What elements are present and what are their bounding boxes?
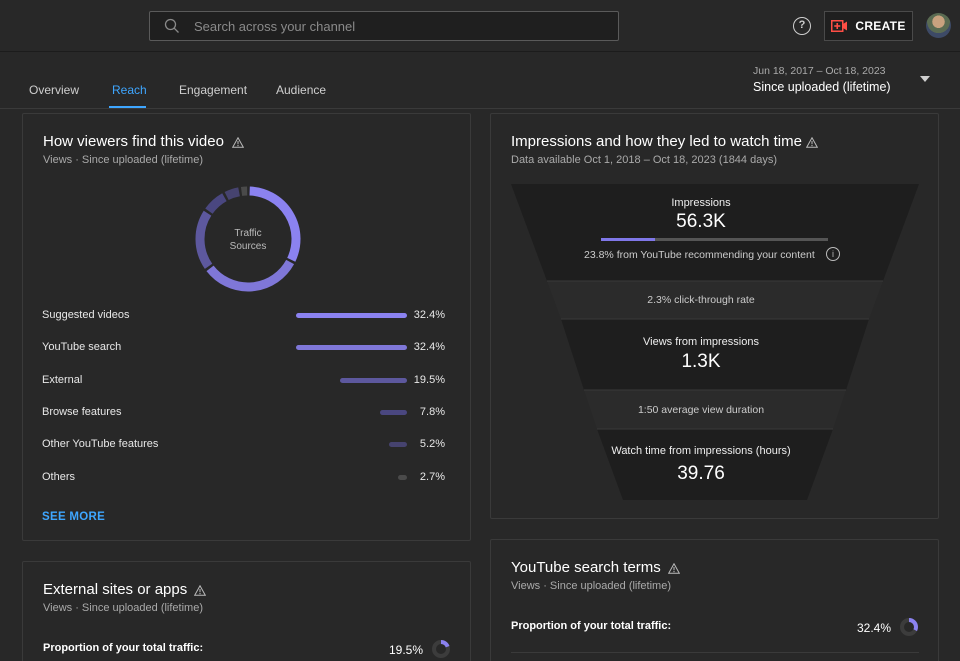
views-value: 1.3K <box>681 351 721 372</box>
external-sites-card: External sites or apps Views · Since upl… <box>22 561 471 661</box>
card-subtitle: Views · Since uploaded (lifetime) <box>43 602 203 614</box>
recommend-progress-fill <box>601 238 656 241</box>
divider <box>511 652 919 653</box>
tab-overview[interactable]: Overview <box>29 83 79 97</box>
traffic-source-label: Browse features <box>42 405 122 418</box>
impressions-value: 56.3K <box>676 211 726 232</box>
watch-time-value: 39.76 <box>677 463 725 484</box>
create-button[interactable]: CREATE <box>824 11 913 41</box>
date-range-label[interactable]: Since uploaded (lifetime) <box>753 80 891 94</box>
traffic-source-value: 7.8% <box>419 405 445 418</box>
donut-segment[interactable] <box>205 193 227 214</box>
traffic-source-label: Others <box>42 470 76 483</box>
proportion-label: Proportion of your total traffic: <box>511 620 672 632</box>
chevron-down-icon[interactable] <box>920 76 930 82</box>
traffic-source-bar <box>340 377 407 383</box>
create-label: CREATE <box>855 19 906 33</box>
create-video-icon <box>831 20 848 32</box>
ctr-text: 2.3% click-through rate <box>647 294 755 306</box>
donut-center-label: Traffic Sources <box>191 227 305 253</box>
card-subtitle: Data available Oct 1, 2018 – Oct 18, 202… <box>511 154 777 166</box>
active-tab-indicator <box>109 106 146 108</box>
help-icon[interactable]: ? <box>793 17 811 35</box>
avatar[interactable] <box>926 13 951 38</box>
traffic-source-bar <box>389 442 407 448</box>
top-bar: ? CREATE <box>0 0 960 52</box>
recommend-progress-track <box>601 238 828 241</box>
card-title: YouTube search terms <box>511 559 661 576</box>
traffic-source-bar <box>397 474 407 480</box>
tab-engagement[interactable]: Engagement <box>179 83 247 97</box>
card-subtitle: Views · Since uploaded (lifetime) <box>511 580 671 592</box>
tab-bar: Overview Reach Engagement Audience Jun 1… <box>0 53 960 109</box>
warning-icon[interactable] <box>194 585 206 596</box>
traffic-source-value: 5.2% <box>419 438 445 451</box>
proportion-mini-donut <box>432 640 450 658</box>
watch-time-label: Watch time from impressions (hours) <box>611 445 791 457</box>
warning-icon[interactable] <box>668 563 680 574</box>
donut-label-line2: Sources <box>229 241 267 252</box>
warning-icon[interactable] <box>232 137 244 148</box>
search-box[interactable] <box>149 11 619 41</box>
info-icon[interactable]: i <box>826 247 840 261</box>
traffic-source-bar <box>296 345 407 351</box>
traffic-source-label: Other YouTube features <box>42 438 159 451</box>
traffic-source-label: External <box>42 373 83 386</box>
search-input[interactable] <box>194 18 594 34</box>
donut-segment[interactable] <box>206 259 295 292</box>
date-range-text[interactable]: Jun 18, 2017 – Oct 18, 2023 <box>753 65 886 77</box>
search-terms-card: YouTube search terms Views · Since uploa… <box>490 539 939 661</box>
proportion-label: Proportion of your total traffic: <box>43 642 204 654</box>
proportion-value: 19.5% <box>389 643 424 657</box>
card-title: Impressions and how they led to watch ti… <box>511 133 802 150</box>
impressions-funnel-card: Impressions and how they led to watch ti… <box>490 113 939 519</box>
card-title: External sites or apps <box>43 581 188 598</box>
card-subtitle: Views · Since uploaded (lifetime) <box>43 154 203 166</box>
traffic-source-label: YouTube search <box>42 341 122 354</box>
card-title: How viewers find this video <box>43 133 224 150</box>
traffic-source-value: 2.7% <box>419 470 445 483</box>
tab-reach[interactable]: Reach <box>112 83 147 97</box>
tab-audience[interactable]: Audience <box>276 83 326 97</box>
impressions-label: Impressions <box>671 197 731 209</box>
recommend-text: 23.8% from YouTube recommending your con… <box>584 249 815 261</box>
avd-text: 1:50 average view duration <box>637 404 765 416</box>
traffic-source-value: 19.5% <box>413 373 445 386</box>
see-more-link[interactable]: SEE MORE <box>42 511 105 523</box>
traffic-source-value: 32.4% <box>413 341 445 354</box>
search-icon <box>164 18 179 33</box>
traffic-source-bar <box>296 313 407 318</box>
donut-segment[interactable] <box>224 187 241 201</box>
proportion-mini-donut <box>900 618 918 636</box>
traffic-sources-card: How viewers find this video Views · Sinc… <box>22 113 471 541</box>
traffic-source-bar <box>380 409 407 415</box>
traffic-source-label: Suggested videos <box>42 309 130 321</box>
traffic-source-value: 32.4% <box>413 309 445 321</box>
views-label: Views from impressions <box>643 336 759 348</box>
proportion-value: 32.4% <box>857 621 892 635</box>
warning-icon[interactable] <box>806 137 818 148</box>
donut-label-line1: Traffic <box>234 228 262 239</box>
